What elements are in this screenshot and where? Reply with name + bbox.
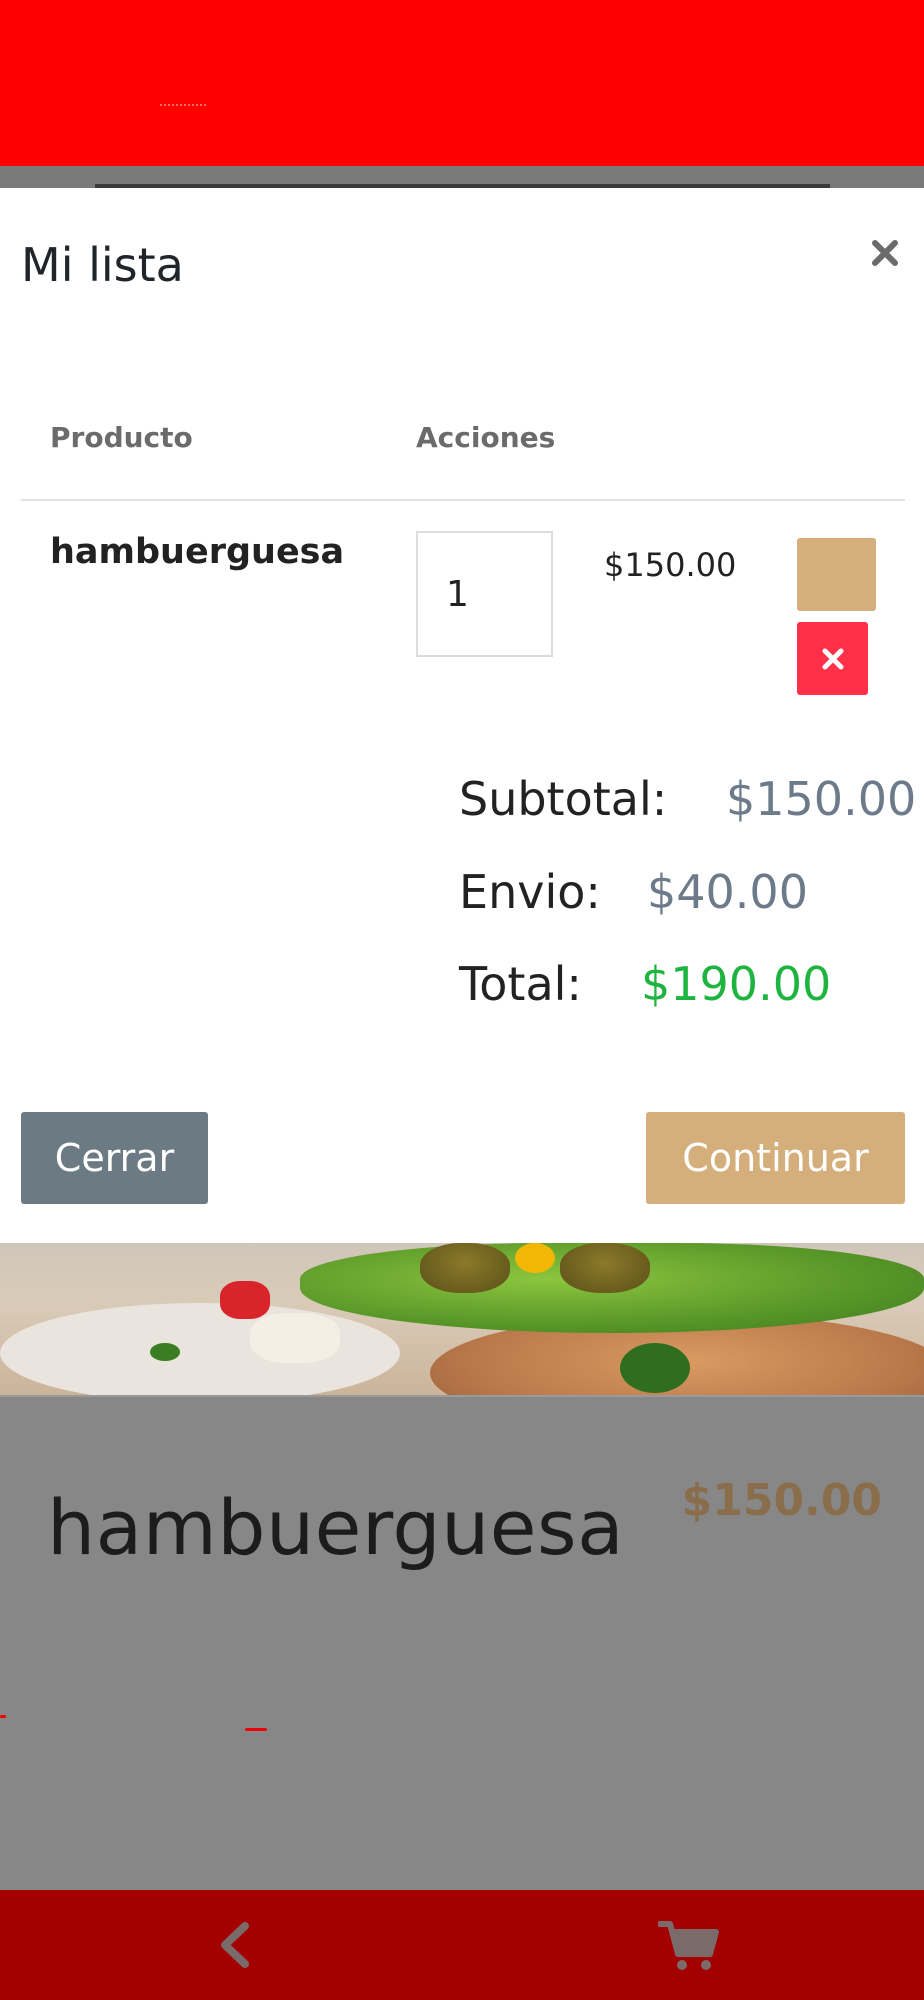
subtotal-label: Subtotal: [459, 772, 668, 826]
cart-icon[interactable] [652, 1910, 726, 1980]
close-button[interactable]: Cerrar [21, 1112, 208, 1204]
continue-button[interactable]: Continuar [646, 1112, 905, 1204]
top-app-bar [0, 0, 924, 166]
background-image-strip [0, 166, 924, 188]
subtotal-value: $150.00 [726, 772, 917, 826]
column-header-acciones: Acciones [416, 421, 556, 454]
close-icon [822, 648, 843, 669]
subtotal-row: Subtotal: $150.00 [459, 772, 916, 826]
modal-title: Mi lista [21, 238, 184, 292]
delete-button[interactable] [797, 622, 868, 695]
shipping-value: $40.00 [647, 865, 808, 919]
product-image [0, 1243, 924, 1395]
edit-button[interactable] [797, 538, 876, 611]
product-name-cell: hambuerguesa [50, 532, 345, 572]
total-label: Total: [459, 957, 582, 1011]
bottom-nav-bar [0, 1890, 924, 2000]
close-icon[interactable] [868, 236, 902, 270]
shipping-row: Envio: $40.00 [459, 865, 808, 919]
table-divider [21, 499, 905, 501]
column-header-producto: Producto [50, 421, 193, 454]
cart-modal: Mi lista Producto Acciones hambuerguesa … [0, 188, 924, 1243]
product-detail: hambuerguesa $150.00 [0, 1395, 924, 1890]
product-price: $150.00 [681, 1475, 882, 1526]
total-value: $190.00 [641, 957, 832, 1011]
product-title: hambuerguesa [47, 1483, 625, 1572]
chevron-left-icon[interactable] [200, 1910, 270, 1980]
top-bar-decoration [160, 104, 206, 107]
total-row: Total: $190.00 [459, 957, 831, 1011]
shipping-label: Envio: [459, 865, 601, 919]
quantity-input[interactable] [416, 531, 553, 657]
product-price-cell: $150.00 [604, 546, 737, 584]
